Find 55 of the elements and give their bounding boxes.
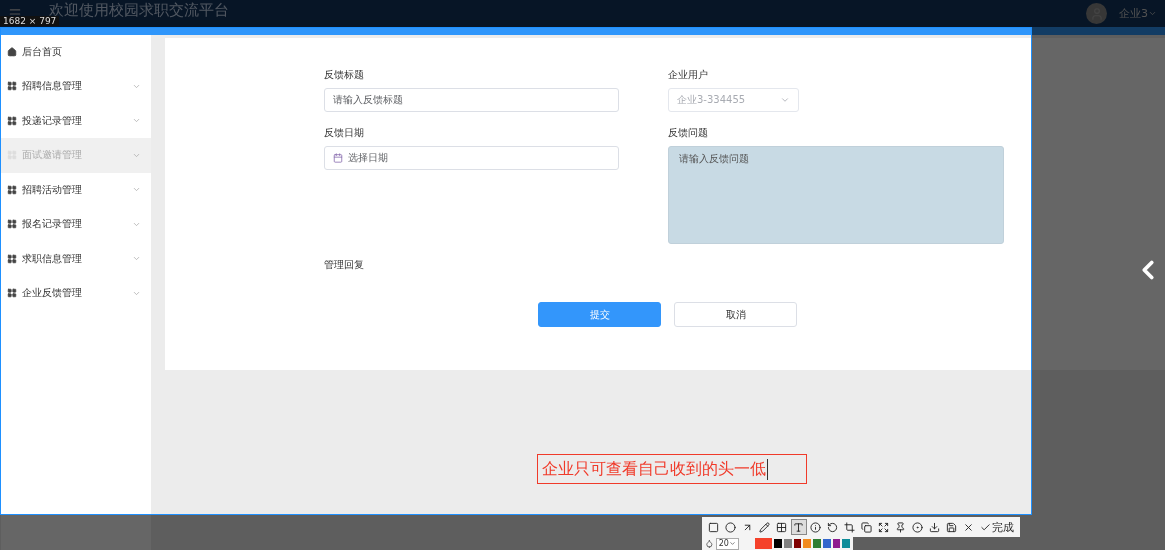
color-swatch[interactable] xyxy=(754,538,773,549)
pin-icon xyxy=(895,521,906,533)
color-swatch[interactable] xyxy=(813,539,821,548)
field-label: 管理回复 xyxy=(324,258,365,272)
home-icon xyxy=(7,47,17,57)
pencil-tool[interactable] xyxy=(757,519,773,535)
crop-tool[interactable] xyxy=(842,519,858,535)
textarea-field[interactable]: 请输入反馈问题 xyxy=(668,146,1004,244)
grid-icon xyxy=(7,115,17,126)
grid-icon xyxy=(7,288,17,299)
field-label: 反馈日期 xyxy=(324,126,365,140)
chevron-icon xyxy=(780,95,790,105)
caret-icon xyxy=(1148,9,1157,18)
date-field[interactable]: 选择日期 xyxy=(324,146,619,170)
grid-icon xyxy=(7,219,17,230)
size-label: 1682 × 797 xyxy=(0,16,60,26)
color-swatch[interactable] xyxy=(803,539,812,548)
counter-tool[interactable] xyxy=(808,519,824,535)
grid-icon xyxy=(7,253,17,264)
record-icon xyxy=(912,521,923,533)
done-icon xyxy=(980,521,991,533)
rectangle-icon xyxy=(708,521,719,533)
field-label: 反馈问题 xyxy=(668,126,709,140)
record-tool[interactable] xyxy=(910,519,926,535)
download-icon xyxy=(929,521,940,533)
expand-icon xyxy=(878,521,889,533)
copy-icon xyxy=(861,521,872,533)
crop-icon xyxy=(844,521,855,533)
done-tool[interactable]: 完成 xyxy=(978,519,1016,535)
undo-icon xyxy=(827,521,838,533)
save-icon xyxy=(946,521,957,533)
caret-icon xyxy=(728,540,736,547)
cancel-button[interactable]: 取消 xyxy=(674,302,797,327)
field-label: 企业用户 xyxy=(668,68,709,82)
calendar-icon xyxy=(333,153,343,163)
color-swatch[interactable] xyxy=(822,539,831,548)
ellipse-icon xyxy=(725,521,736,533)
color-swatch[interactable] xyxy=(793,539,802,548)
copy-tool[interactable] xyxy=(859,519,875,535)
field-label: 反馈标题 xyxy=(324,68,365,82)
color-swatch[interactable] xyxy=(832,539,841,548)
color-swatch[interactable] xyxy=(783,539,792,548)
pencil-icon xyxy=(759,521,770,533)
ellipse-tool[interactable] xyxy=(723,519,739,535)
color-swatch[interactable] xyxy=(842,539,850,548)
close-icon xyxy=(963,521,974,533)
text-tool[interactable] xyxy=(791,519,807,535)
color-swatch[interactable] xyxy=(774,539,782,548)
text-field[interactable]: 请输入反馈标题 xyxy=(324,88,619,112)
text-icon xyxy=(793,521,804,533)
font-size-select[interactable]: 20 xyxy=(715,537,739,550)
mosaic-icon xyxy=(776,521,787,533)
droplet-icon xyxy=(705,539,714,548)
grid-icon xyxy=(7,184,17,195)
grid-icon xyxy=(7,81,17,92)
